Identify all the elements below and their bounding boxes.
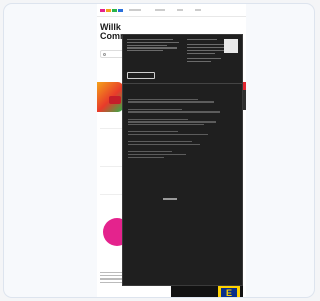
edeka-logo: E bbox=[218, 286, 240, 298]
qr-code-image bbox=[224, 39, 238, 53]
modal-divider bbox=[123, 83, 242, 84]
close-consent-button[interactable] bbox=[163, 198, 177, 200]
consent-body-text bbox=[128, 97, 236, 160]
nav-link-2[interactable] bbox=[155, 9, 165, 11]
accept-button[interactable] bbox=[127, 72, 155, 79]
nav-link-4[interactable] bbox=[195, 9, 201, 11]
site-logo[interactable] bbox=[100, 8, 123, 12]
nav-link-1[interactable] bbox=[129, 9, 141, 11]
nav-link-3[interactable] bbox=[177, 9, 183, 11]
search-icon bbox=[103, 52, 106, 56]
consent-left-column bbox=[127, 37, 183, 53]
browser-frame: Willk Comm › › bbox=[3, 3, 315, 298]
site-header bbox=[97, 4, 246, 17]
edeka-logo-text: E bbox=[225, 288, 232, 298]
cookie-consent-modal bbox=[122, 34, 243, 286]
promo-tag bbox=[109, 96, 121, 104]
